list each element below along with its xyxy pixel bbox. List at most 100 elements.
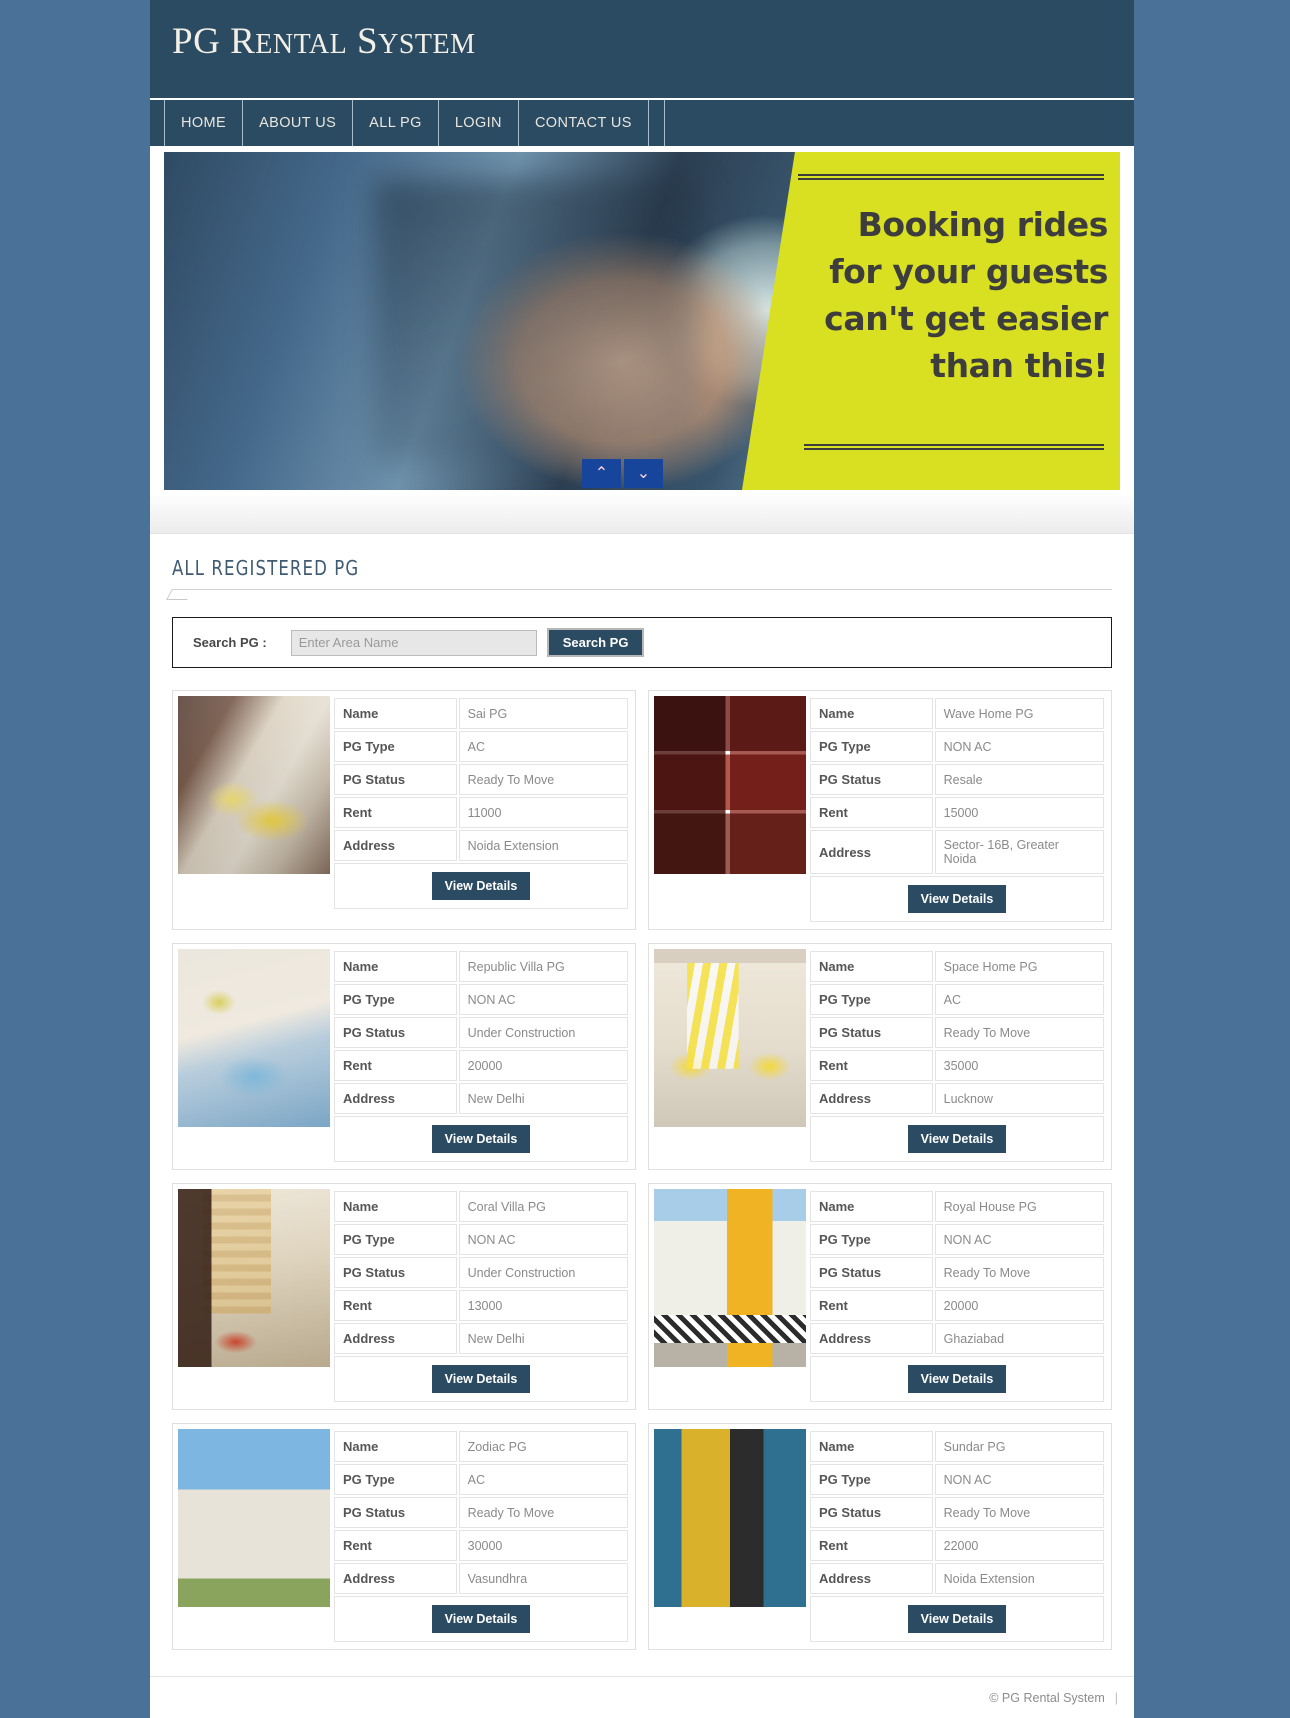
label-name: Name [334, 698, 457, 729]
action-cell: View Details [334, 1596, 628, 1642]
table-row: Name Coral Villa PG [334, 1191, 628, 1222]
search-input[interactable] [290, 629, 537, 656]
table-row: PG Status Ready To Move [810, 1017, 1104, 1048]
table-row: PG Status Resale [810, 764, 1104, 795]
value-pg-status: Ready To Move [458, 1497, 628, 1528]
table-row: Address Noida Extension [334, 830, 628, 861]
table-row: PG Type AC [810, 984, 1104, 1015]
pg-card: Name Republic Villa PG PG Type NON AC PG… [172, 943, 636, 1170]
page-title: PG RENTAL SYSTEM [172, 20, 476, 63]
pg-details-table: Name Zodiac PG PG Type AC PG Status Read… [332, 1429, 630, 1644]
label-address: Address [810, 830, 933, 874]
value-pg-type: NON AC [934, 1224, 1104, 1255]
label-rent: Rent [810, 1050, 933, 1081]
table-row: PG Status Under Construction [334, 1257, 628, 1288]
value-pg-status: Under Construction [458, 1017, 628, 1048]
table-row: Rent 13000 [334, 1290, 628, 1321]
table-row: Name Space Home PG [810, 951, 1104, 982]
search-button[interactable]: Search PG [546, 628, 645, 657]
label-rent: Rent [334, 1050, 457, 1081]
label-rent: Rent [334, 1290, 457, 1321]
value-rent: 35000 [934, 1050, 1104, 1081]
value-pg-type: NON AC [458, 984, 628, 1015]
section-title-underline [172, 589, 1112, 599]
view-details-button[interactable]: View Details [431, 1365, 531, 1393]
value-pg-status: Ready To Move [934, 1497, 1104, 1528]
pg-thumbnail-image [178, 949, 330, 1127]
banner-line-2: for your guests [829, 251, 1108, 291]
view-details-button[interactable]: View Details [431, 872, 531, 900]
label-address: Address [810, 1563, 933, 1594]
table-row: View Details [810, 1116, 1104, 1162]
banner-headline: Booking rides for your guests can't get … [782, 202, 1108, 389]
view-details-button[interactable]: View Details [431, 1605, 531, 1633]
hero-banner: Booking rides for your guests can't get … [164, 152, 1120, 490]
pg-thumbnail-image [654, 949, 806, 1127]
action-cell: View Details [810, 1356, 1104, 1402]
nav-item-home[interactable]: HOME [164, 100, 244, 146]
label-pg-type: PG Type [810, 731, 933, 762]
value-address: Sector- 16B, Greater Noida [934, 830, 1104, 874]
table-row: Address Lucknow [810, 1083, 1104, 1114]
nav-item-contact-us[interactable]: CONTACT US [519, 100, 649, 146]
value-address: Noida Extension [458, 830, 628, 861]
label-pg-status: PG Status [810, 764, 933, 795]
table-row: View Details [334, 863, 628, 909]
copyright-text: © PG Rental System [989, 1690, 1105, 1705]
pg-thumbnail-image [654, 696, 806, 874]
label-pg-status: PG Status [334, 1257, 457, 1288]
pg-listing-grid: Name Sai PG PG Type AC PG Status Ready T… [172, 690, 1112, 1650]
value-address: New Delhi [458, 1323, 628, 1354]
label-pg-type: PG Type [334, 1224, 457, 1255]
value-pg-status: Under Construction [458, 1257, 628, 1288]
pg-card: Name Coral Villa PG PG Type NON AC PG St… [172, 1183, 636, 1410]
value-name: Space Home PG [934, 951, 1104, 982]
view-details-button[interactable]: View Details [907, 1365, 1007, 1393]
label-address: Address [334, 1083, 457, 1114]
label-address: Address [810, 1083, 933, 1114]
view-details-button[interactable]: View Details [907, 885, 1007, 913]
pg-details-table: Name Royal House PG PG Type NON AC PG St… [808, 1189, 1106, 1404]
footer-separator: | [1114, 1690, 1118, 1705]
table-row: PG Type NON AC [334, 1224, 628, 1255]
pg-thumbnail-image [654, 1189, 806, 1367]
value-name: Zodiac PG [458, 1431, 628, 1462]
table-row: Address New Delhi [334, 1083, 628, 1114]
action-cell: View Details [810, 1596, 1104, 1642]
label-pg-status: PG Status [810, 1257, 933, 1288]
banner-line-1: Booking rides [857, 205, 1109, 244]
nav-item-login[interactable]: LOGIN [439, 100, 519, 146]
table-row: Rent 20000 [334, 1050, 628, 1081]
label-address: Address [334, 1323, 457, 1354]
chevron-up-icon[interactable]: ⌃ [582, 459, 621, 488]
banner-line-4: than this! [930, 345, 1108, 385]
view-details-button[interactable]: View Details [907, 1125, 1007, 1153]
value-address: New Delhi [458, 1083, 628, 1114]
value-pg-type: AC [458, 731, 628, 762]
table-row: Address Vasundhra [334, 1563, 628, 1594]
pg-details-table: Name Sai PG PG Type AC PG Status Ready T… [332, 696, 630, 911]
nav-item-all-pg[interactable]: ALL PG [353, 100, 439, 146]
pg-card: Name Royal House PG PG Type NON AC PG St… [648, 1183, 1112, 1410]
chevron-down-icon[interactable]: ⌄ [624, 459, 663, 488]
label-pg-type: PG Type [334, 1464, 457, 1495]
table-row: View Details [334, 1356, 628, 1402]
view-details-button[interactable]: View Details [431, 1125, 531, 1153]
title-part-5: YSTEM [378, 29, 476, 60]
title-part-2: R [220, 21, 256, 62]
view-details-button[interactable]: View Details [907, 1605, 1007, 1633]
value-name: Coral Villa PG [458, 1191, 628, 1222]
content-bottom-spacer [172, 1650, 1112, 1676]
pg-details-table: Name Coral Villa PG PG Type NON AC PG St… [332, 1189, 630, 1404]
title-part-1: PG [172, 21, 221, 62]
value-address: Noida Extension [934, 1563, 1104, 1594]
banner-line-3: can't get easier [824, 298, 1108, 338]
value-name: Sundar PG [934, 1431, 1104, 1462]
nav-item-about-us[interactable]: ABOUT US [243, 100, 354, 146]
label-pg-type: PG Type [810, 1464, 933, 1495]
main-navigation: HOME ABOUT US ALL PG LOGIN CONTACT US [150, 98, 1134, 146]
value-address: Lucknow [934, 1083, 1104, 1114]
table-row: Rent 11000 [334, 797, 628, 828]
value-name: Sai PG [458, 698, 628, 729]
value-pg-status: Ready To Move [458, 764, 628, 795]
